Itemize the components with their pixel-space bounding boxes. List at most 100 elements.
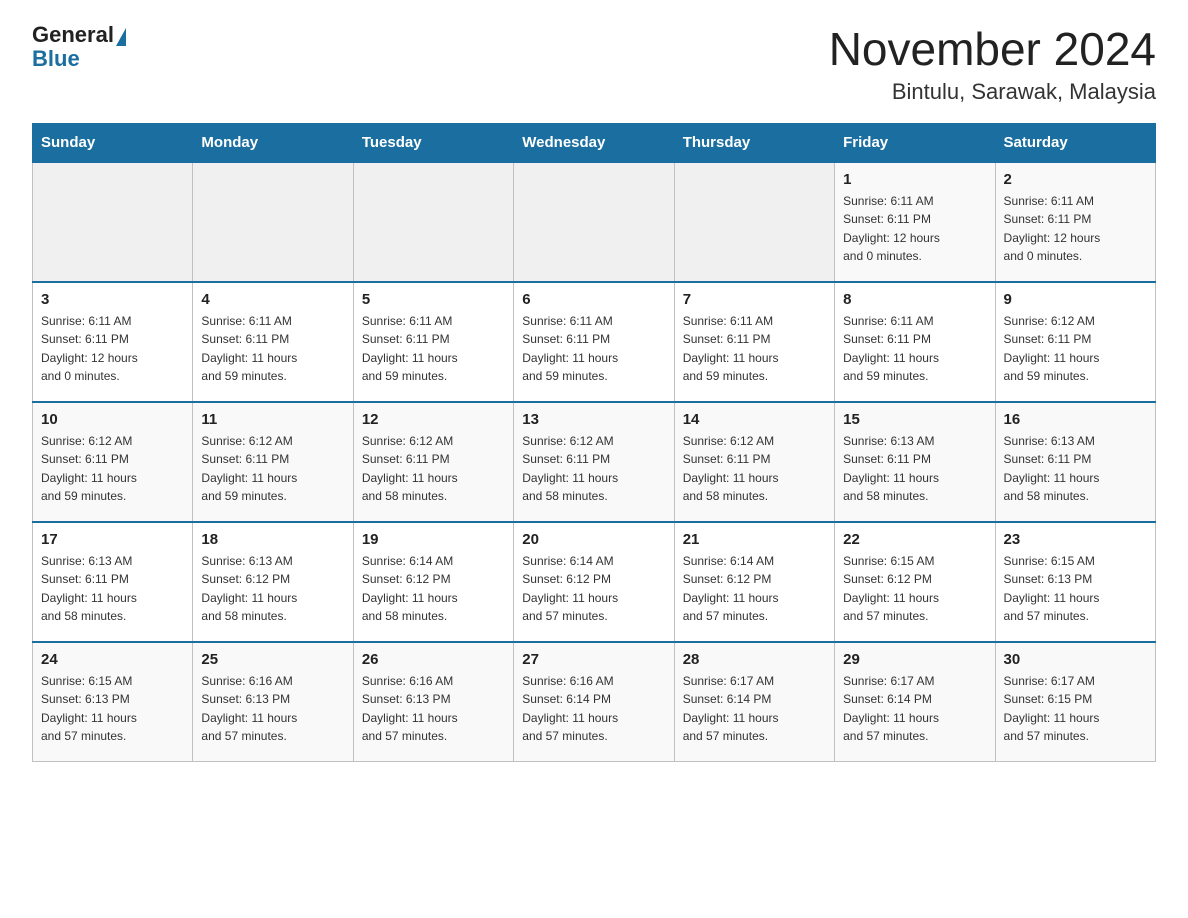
calendar-day-cell: 19 Sunrise: 6:14 AMSunset: 6:12 PMDayligh… [353, 522, 513, 642]
day-info: Sunrise: 6:17 AMSunset: 6:14 PMDaylight:… [683, 672, 826, 746]
day-number: 4 [201, 291, 344, 308]
day-number: 29 [843, 651, 986, 668]
day-number: 17 [41, 531, 184, 548]
day-number: 21 [683, 531, 826, 548]
day-info: Sunrise: 6:12 AMSunset: 6:11 PMDaylight:… [41, 432, 184, 506]
calendar-header-cell: Thursday [674, 123, 834, 162]
calendar-day-cell: 30 Sunrise: 6:17 AMSunset: 6:15 PMDayligh… [995, 642, 1155, 762]
calendar-header-cell: Monday [193, 123, 353, 162]
day-number: 23 [1004, 531, 1147, 548]
day-info: Sunrise: 6:11 AMSunset: 6:11 PMDaylight:… [201, 312, 344, 386]
calendar-week-row: 3Sunrise: 6:11 AMSunset: 6:11 PMDaylight… [33, 282, 1156, 402]
day-info: Sunrise: 6:17 AMSunset: 6:14 PMDaylight:… [843, 672, 986, 746]
day-info: Sunrise: 6:11 AMSunset: 6:11 PMDaylight:… [843, 192, 986, 266]
day-info: Sunrise: 6:15 AMSunset: 6:12 PMDaylight:… [843, 552, 986, 626]
day-info: Sunrise: 6:12 AMSunset: 6:11 PMDaylight:… [201, 432, 344, 506]
day-number: 28 [683, 651, 826, 668]
page-header: General Blue November 2024 Bintulu, Sara… [32, 24, 1156, 105]
day-number: 19 [362, 531, 505, 548]
day-info: Sunrise: 6:11 AMSunset: 6:11 PMDaylight:… [1004, 192, 1147, 266]
day-number: 25 [201, 651, 344, 668]
day-info: Sunrise: 6:16 AMSunset: 6:14 PMDaylight:… [522, 672, 665, 746]
day-number: 24 [41, 651, 184, 668]
calendar-day-cell: 14 Sunrise: 6:12 AMSunset: 6:11 PMDayligh… [674, 402, 834, 522]
calendar-day-cell [33, 162, 193, 282]
day-number: 16 [1004, 411, 1147, 428]
day-info: Sunrise: 6:11 AMSunset: 6:11 PMDaylight:… [41, 312, 184, 386]
day-info: Sunrise: 6:11 AMSunset: 6:11 PMDaylight:… [683, 312, 826, 386]
day-info: Sunrise: 6:14 AMSunset: 6:12 PMDaylight:… [683, 552, 826, 626]
day-info: Sunrise: 6:11 AMSunset: 6:11 PMDaylight:… [522, 312, 665, 386]
day-info: Sunrise: 6:13 AMSunset: 6:11 PMDaylight:… [1004, 432, 1147, 506]
calendar-day-cell: 2 Sunrise: 6:11 AMSunset: 6:11 PMDaylight… [995, 162, 1155, 282]
title-area: November 2024 Bintulu, Sarawak, Malaysia [829, 24, 1156, 105]
calendar-day-cell: 7 Sunrise: 6:11 AMSunset: 6:11 PMDaylight… [674, 282, 834, 402]
calendar-day-cell: 20Sunrise: 6:14 AMSunset: 6:12 PMDayligh… [514, 522, 674, 642]
calendar-day-cell [514, 162, 674, 282]
day-info: Sunrise: 6:17 AMSunset: 6:15 PMDaylight:… [1004, 672, 1147, 746]
day-number: 13 [522, 411, 665, 428]
calendar-day-cell: 12Sunrise: 6:12 AMSunset: 6:11 PMDayligh… [353, 402, 513, 522]
day-number: 26 [362, 651, 505, 668]
day-number: 7 [683, 291, 826, 308]
day-number: 14 [683, 411, 826, 428]
calendar-week-row: 10 Sunrise: 6:12 AMSunset: 6:11 PMDayligh… [33, 402, 1156, 522]
calendar-day-cell [353, 162, 513, 282]
day-number: 2 [1004, 171, 1147, 188]
calendar-day-cell: 16 Sunrise: 6:13 AMSunset: 6:11 PMDayligh… [995, 402, 1155, 522]
day-number: 11 [201, 411, 344, 428]
day-info: Sunrise: 6:11 AMSunset: 6:11 PMDaylight:… [843, 312, 986, 386]
day-number: 9 [1004, 291, 1147, 308]
calendar-week-row: 24 Sunrise: 6:15 AMSunset: 6:13 PMDayligh… [33, 642, 1156, 762]
calendar-header-cell: Sunday [33, 123, 193, 162]
calendar-day-cell: 28 Sunrise: 6:17 AMSunset: 6:14 PMDayligh… [674, 642, 834, 762]
calendar-day-cell: 18Sunrise: 6:13 AMSunset: 6:12 PMDayligh… [193, 522, 353, 642]
logo-triangle-icon [116, 28, 126, 46]
calendar-day-cell: 26 Sunrise: 6:16 AMSunset: 6:13 PMDayligh… [353, 642, 513, 762]
logo-blue-text: Blue [32, 46, 80, 72]
calendar-day-cell: 27 Sunrise: 6:16 AMSunset: 6:14 PMDayligh… [514, 642, 674, 762]
calendar-table: SundayMondayTuesdayWednesdayThursdayFrid… [32, 123, 1156, 763]
day-number: 30 [1004, 651, 1147, 668]
day-number: 10 [41, 411, 184, 428]
day-number: 27 [522, 651, 665, 668]
day-info: Sunrise: 6:15 AMSunset: 6:13 PMDaylight:… [41, 672, 184, 746]
day-number: 1 [843, 171, 986, 188]
day-info: Sunrise: 6:12 AMSunset: 6:11 PMDaylight:… [522, 432, 665, 506]
day-number: 22 [843, 531, 986, 548]
calendar-day-cell [193, 162, 353, 282]
day-info: Sunrise: 6:13 AMSunset: 6:12 PMDaylight:… [201, 552, 344, 626]
day-info: Sunrise: 6:16 AMSunset: 6:13 PMDaylight:… [362, 672, 505, 746]
calendar-week-row: 17Sunrise: 6:13 AMSunset: 6:11 PMDayligh… [33, 522, 1156, 642]
calendar-day-cell: 22 Sunrise: 6:15 AMSunset: 6:12 PMDayligh… [835, 522, 995, 642]
day-info: Sunrise: 6:12 AMSunset: 6:11 PMDaylight:… [683, 432, 826, 506]
location-title: Bintulu, Sarawak, Malaysia [829, 79, 1156, 105]
day-info: Sunrise: 6:12 AMSunset: 6:11 PMDaylight:… [362, 432, 505, 506]
day-info: Sunrise: 6:12 AMSunset: 6:11 PMDaylight:… [1004, 312, 1147, 386]
calendar-day-cell: 24 Sunrise: 6:15 AMSunset: 6:13 PMDayligh… [33, 642, 193, 762]
day-info: Sunrise: 6:14 AMSunset: 6:12 PMDaylight:… [522, 552, 665, 626]
calendar-day-cell: 9 Sunrise: 6:12 AMSunset: 6:11 PMDaylight… [995, 282, 1155, 402]
logo-general-text: General [32, 24, 114, 46]
day-info: Sunrise: 6:11 AMSunset: 6:11 PMDaylight:… [362, 312, 505, 386]
calendar-day-cell: 8Sunrise: 6:11 AMSunset: 6:11 PMDaylight… [835, 282, 995, 402]
calendar-week-row: 1 Sunrise: 6:11 AMSunset: 6:11 PMDaylight… [33, 162, 1156, 282]
calendar-day-cell: 13 Sunrise: 6:12 AMSunset: 6:11 PMDayligh… [514, 402, 674, 522]
day-info: Sunrise: 6:15 AMSunset: 6:13 PMDaylight:… [1004, 552, 1147, 626]
calendar-day-cell: 29 Sunrise: 6:17 AMSunset: 6:14 PMDayligh… [835, 642, 995, 762]
calendar-day-cell: 5Sunrise: 6:11 AMSunset: 6:11 PMDaylight… [353, 282, 513, 402]
day-info: Sunrise: 6:16 AMSunset: 6:13 PMDaylight:… [201, 672, 344, 746]
calendar-header-cell: Friday [835, 123, 995, 162]
calendar-header-cell: Tuesday [353, 123, 513, 162]
calendar-day-cell: 10 Sunrise: 6:12 AMSunset: 6:11 PMDayligh… [33, 402, 193, 522]
month-title: November 2024 [829, 24, 1156, 75]
calendar-header-row: SundayMondayTuesdayWednesdayThursdayFrid… [33, 123, 1156, 162]
day-number: 6 [522, 291, 665, 308]
logo: General Blue [32, 24, 128, 72]
day-info: Sunrise: 6:14 AMSunset: 6:12 PMDaylight:… [362, 552, 505, 626]
calendar-day-cell: 23 Sunrise: 6:15 AMSunset: 6:13 PMDayligh… [995, 522, 1155, 642]
calendar-header-cell: Saturday [995, 123, 1155, 162]
calendar-day-cell: 25 Sunrise: 6:16 AMSunset: 6:13 PMDayligh… [193, 642, 353, 762]
calendar-day-cell: 3Sunrise: 6:11 AMSunset: 6:11 PMDaylight… [33, 282, 193, 402]
day-number: 15 [843, 411, 986, 428]
